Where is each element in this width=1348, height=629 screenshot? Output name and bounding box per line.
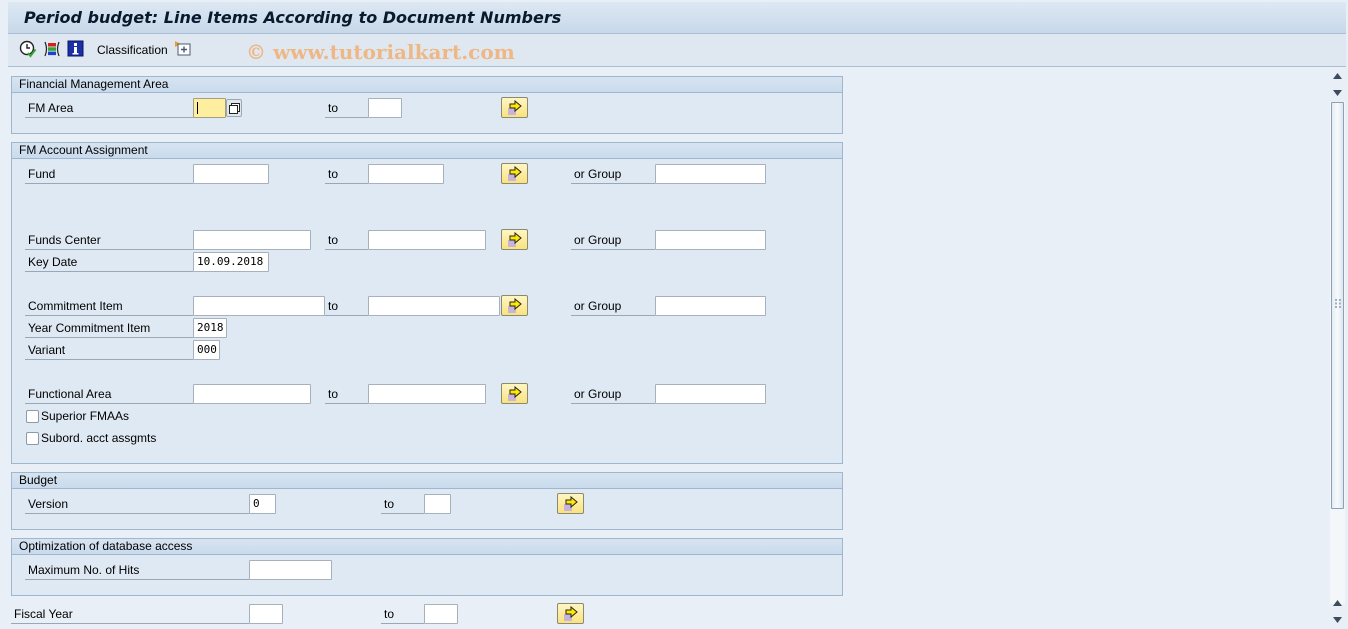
value-help-icon [229, 103, 240, 114]
max-hits-label: Maximum No. of Hits [25, 560, 249, 580]
functional-area-to-label: to [325, 384, 368, 404]
fiscal-year-to-label: to [381, 604, 424, 624]
group-title: Budget [12, 473, 842, 489]
funds-center-multiple-selection-button[interactable] [501, 229, 528, 250]
version-multiple-selection-button[interactable] [557, 493, 584, 514]
value-help-button[interactable] [226, 99, 242, 117]
fund-to-label: to [325, 164, 368, 184]
execute-clock-icon[interactable] [19, 40, 37, 58]
version-label: Version [25, 494, 249, 514]
funds-center-from-input[interactable] [193, 230, 311, 250]
group-title: FM Account Assignment [12, 143, 842, 159]
scroll-page-down-button[interactable] [1329, 85, 1346, 101]
scroll-thumb[interactable] [1331, 102, 1344, 509]
fund-from-input[interactable] [193, 164, 269, 184]
variant-input[interactable]: 000 [193, 340, 220, 360]
triangle-down-icon [1333, 90, 1342, 96]
fiscal-year-multiple-selection-button[interactable] [557, 603, 584, 624]
funds-center-label: Funds Center [25, 230, 193, 250]
fiscal-year-to-input[interactable] [424, 604, 458, 624]
fm-area-to-input[interactable] [368, 98, 402, 118]
functional-area-multiple-selection-button[interactable] [501, 383, 528, 404]
version-to-input[interactable] [424, 494, 451, 514]
variant-label: Variant [25, 340, 193, 360]
commitment-item-from-input[interactable] [193, 296, 325, 316]
functional-area-to-input[interactable] [368, 384, 486, 404]
triangle-up-icon [1333, 600, 1342, 606]
multiple-selection-arrow-icon [508, 298, 522, 313]
version-from-input[interactable]: 0 [249, 494, 276, 514]
fund-multiple-selection-button[interactable] [501, 163, 528, 184]
subord-acct-assgmts-checkbox[interactable] [26, 432, 39, 445]
multiple-selection-arrow-icon [564, 606, 578, 621]
watermark: © www.tutorialkart.com [246, 40, 515, 64]
year-commitment-item-label: Year Commitment Item [25, 318, 193, 338]
group-optimization-database-access: Optimization of database access Maximum … [11, 538, 843, 596]
classification-button[interactable]: Classification [97, 43, 168, 57]
group-title: Financial Management Area [12, 77, 842, 93]
triangle-up-icon [1333, 73, 1342, 79]
selection-screen: Financial Management Area FM Area to FM … [8, 68, 1328, 629]
information-icon[interactable] [67, 40, 85, 58]
multiple-selection-arrow-icon [564, 496, 578, 511]
add-classification-icon[interactable] [174, 40, 192, 58]
multiple-selection-arrow-icon [508, 166, 522, 181]
fm-area-from-input[interactable] [193, 98, 226, 118]
commitment-item-label: Commitment Item [25, 296, 193, 316]
year-commitment-item-input[interactable]: 2018 [193, 318, 227, 338]
grip-icon [1335, 299, 1341, 308]
functional-area-label: Functional Area [25, 384, 193, 404]
commitment-item-to-input[interactable] [368, 296, 500, 316]
fiscal-year-from-input[interactable] [249, 604, 283, 624]
fm-area-to-label: to [325, 98, 368, 118]
application-toolbar: Classification © www.tutorialkart.com [8, 34, 1346, 67]
funds-center-to-input[interactable] [368, 230, 486, 250]
superior-fmaas-label: Superior FMAAs [41, 409, 130, 423]
funds-center-group-label: or Group [571, 230, 655, 250]
subord-acct-assgmts-label: Subord. acct assgmts [41, 431, 157, 445]
selection-options-icon[interactable] [43, 40, 61, 58]
scroll-down-button[interactable] [1329, 612, 1346, 628]
group-financial-management-area: Financial Management Area FM Area to [11, 76, 843, 134]
fund-label: Fund [25, 164, 193, 184]
fm-area-label: FM Area [25, 98, 193, 118]
functional-area-group-label: or Group [571, 384, 655, 404]
max-hits-input[interactable] [249, 560, 332, 580]
commitment-item-group-input[interactable] [655, 296, 766, 316]
key-date-input[interactable]: 10.09.2018 [193, 252, 269, 272]
commitment-item-multiple-selection-button[interactable] [501, 295, 528, 316]
functional-area-group-input[interactable] [655, 384, 766, 404]
version-to-label: to [381, 494, 424, 514]
fiscal-year-label: Fiscal Year [11, 604, 249, 624]
functional-area-from-input[interactable] [193, 384, 311, 404]
fund-group-input[interactable] [655, 164, 766, 184]
group-budget: Budget Version 0 to [11, 472, 843, 530]
superior-fmaas-checkbox[interactable] [26, 410, 39, 423]
funds-center-to-label: to [325, 230, 368, 250]
scroll-up-button[interactable] [1329, 68, 1346, 84]
scroll-page-up-button[interactable] [1329, 595, 1346, 611]
multiple-selection-arrow-icon [508, 386, 522, 401]
page-title: Period budget: Line Items According to D… [24, 8, 562, 27]
group-fm-account-assignment: FM Account Assignment Fund to or Group F… [11, 142, 843, 464]
funds-center-group-input[interactable] [655, 230, 766, 250]
multiple-selection-arrow-icon [508, 100, 522, 115]
multiple-selection-arrow-icon [508, 232, 522, 247]
vertical-scrollbar[interactable] [1329, 68, 1346, 629]
fund-to-input[interactable] [368, 164, 444, 184]
triangle-down-icon [1333, 617, 1342, 623]
fm-area-multiple-selection-button[interactable] [501, 97, 528, 118]
fund-group-label: or Group [571, 164, 655, 184]
title-bar: Period budget: Line Items According to D… [8, 2, 1346, 34]
commitment-item-to-label: to [325, 296, 368, 316]
key-date-label: Key Date [25, 252, 193, 272]
commitment-item-group-label: or Group [571, 296, 655, 316]
group-title: Optimization of database access [12, 539, 842, 555]
